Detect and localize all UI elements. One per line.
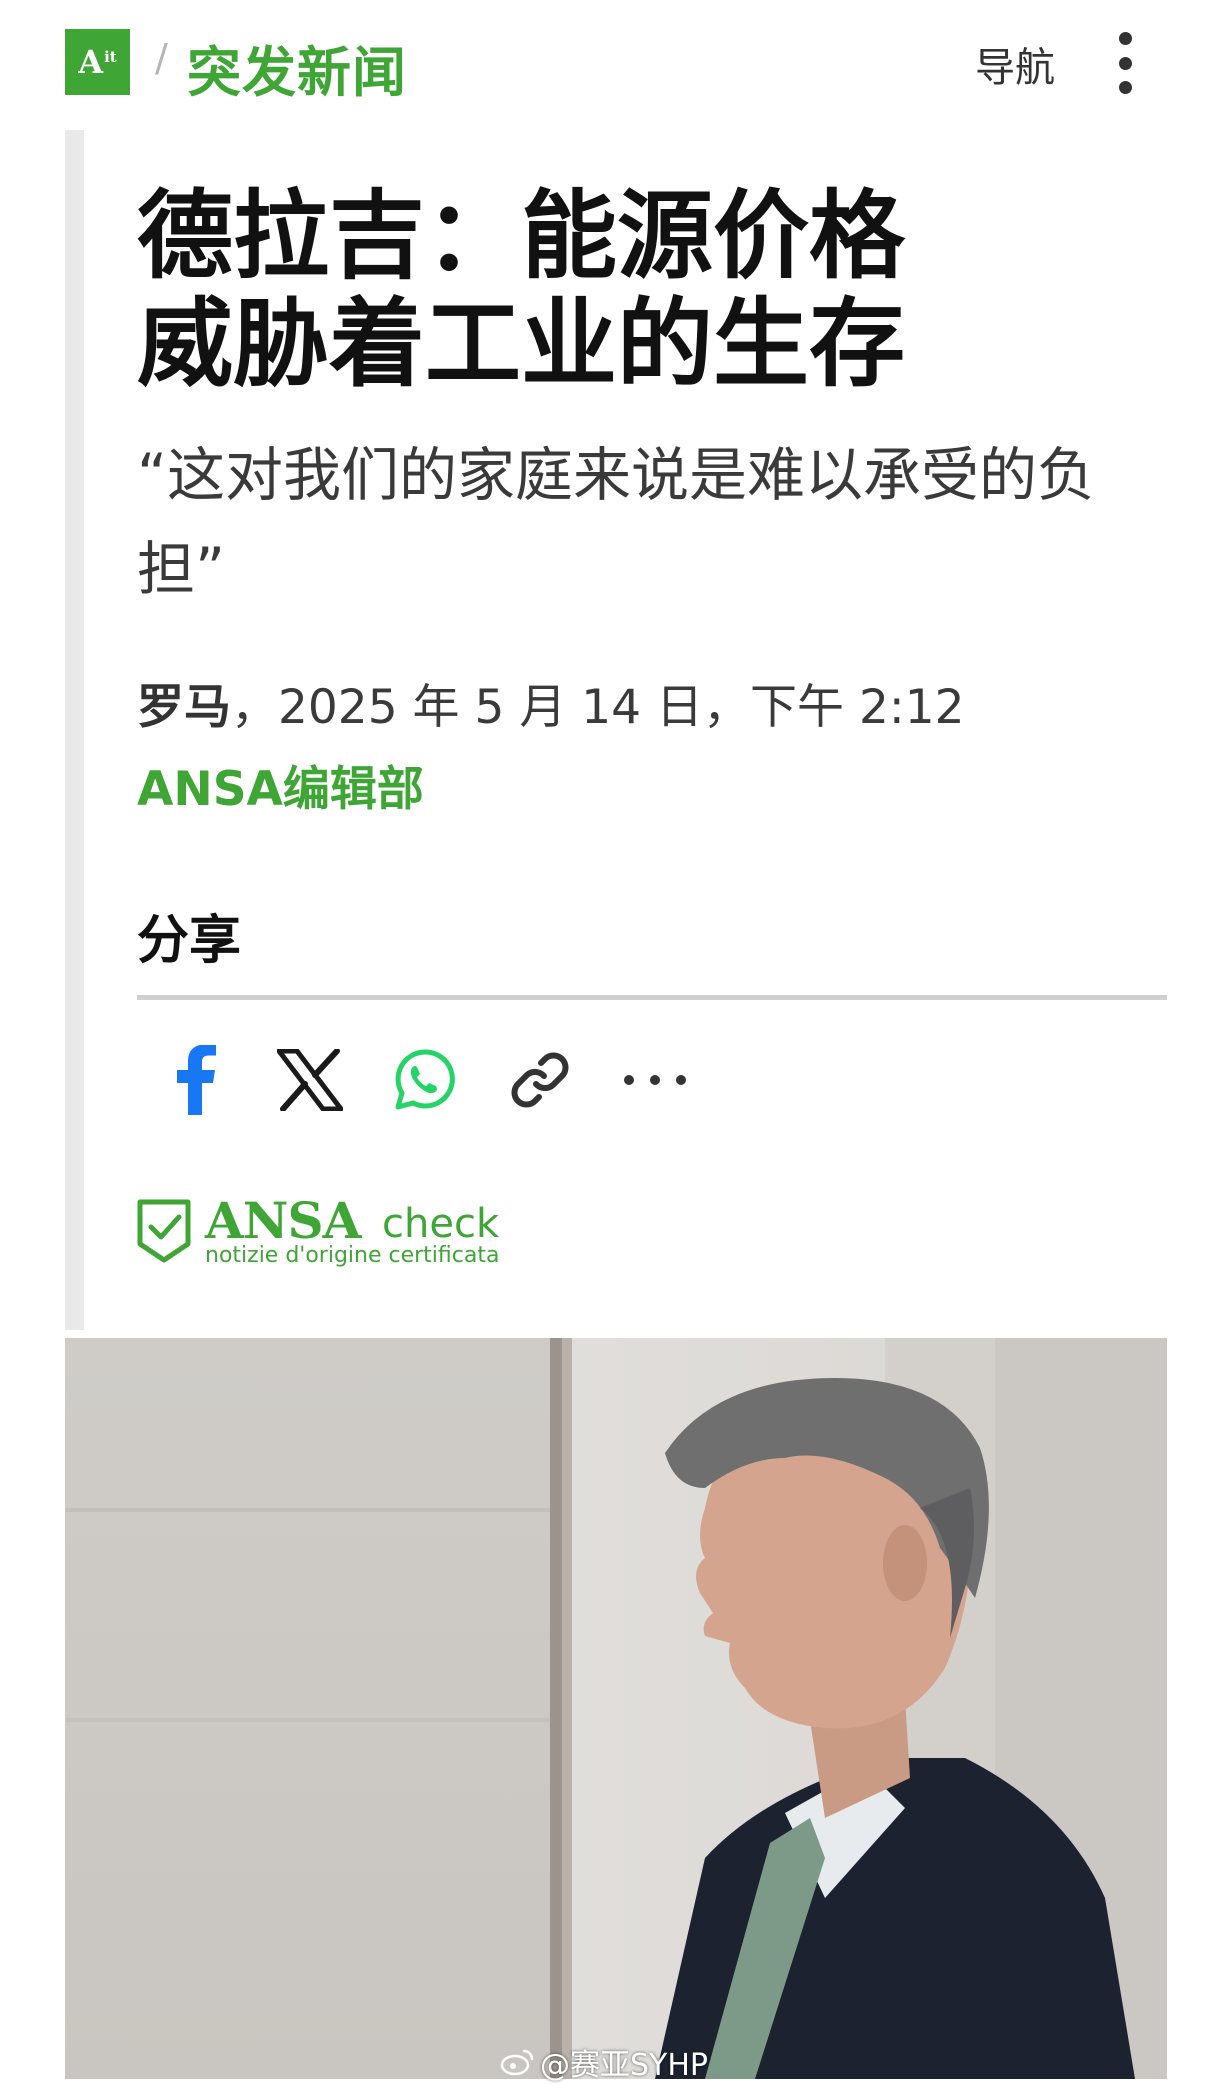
whatsapp-share-button[interactable] xyxy=(385,1040,465,1120)
weibo-watermark: @赛亚SYHP xyxy=(500,2040,708,2084)
x-icon xyxy=(277,1049,343,1111)
x-share-button[interactable] xyxy=(270,1040,350,1120)
article-headline: 德拉吉：能源价格 威胁着工业的生存 xyxy=(137,182,1037,398)
section-title[interactable]: 突发新闻 xyxy=(187,28,407,107)
byline-author[interactable]: ANSA编辑部 xyxy=(137,750,424,819)
dateline-date: ，2025 年 5 月 14 日，下午 2:12 xyxy=(231,680,965,735)
link-icon xyxy=(511,1052,569,1108)
ansa-logo[interactable]: A it xyxy=(65,29,130,95)
ansa-check-badge[interactable]: ANSA check notizie d'origine certificata xyxy=(137,1191,537,1275)
dateline: 罗马，2025 年 5 月 14 日，下午 2:12 xyxy=(137,668,965,737)
headline-line-2: 威胁着工业的生存 xyxy=(137,288,905,400)
more-share-button[interactable] xyxy=(615,1040,695,1120)
navigation-button[interactable]: 导航 xyxy=(975,35,1055,93)
portrait-photo-illustration xyxy=(65,1338,1167,2079)
badge-tagline: notizie d'origine certificata xyxy=(205,1243,500,1268)
badge-check-word: check xyxy=(382,1201,500,1247)
headline-line-1: 德拉吉：能源价格 xyxy=(137,180,905,292)
share-divider xyxy=(137,995,1167,1000)
weibo-icon xyxy=(500,2049,534,2076)
left-rail-divider xyxy=(65,130,84,1330)
more-horizontal-icon xyxy=(624,1075,686,1085)
dateline-city: 罗马 xyxy=(137,680,231,735)
share-title: 分享 xyxy=(137,911,242,971)
facebook-share-button[interactable] xyxy=(155,1040,235,1120)
logo-suffix: it xyxy=(104,47,117,66)
whatsapp-icon xyxy=(395,1049,455,1110)
article-subheadline: “这对我们的家庭来说是难以承受的负担” xyxy=(137,441,1096,603)
article-photo[interactable] xyxy=(65,1338,1167,2079)
top-header: A it / 突发新闻 导航 xyxy=(0,0,1224,125)
breadcrumb-separator: / xyxy=(155,36,168,80)
watermark-text: @赛亚SYHP xyxy=(540,2048,709,2083)
logo-letter: A xyxy=(78,43,104,81)
badge-brand: ANSA xyxy=(205,1191,361,1250)
facebook-icon xyxy=(177,1045,216,1115)
shield-check-icon xyxy=(137,1199,191,1263)
vertical-dots-icon[interactable] xyxy=(1110,32,1140,94)
copy-link-button[interactable] xyxy=(500,1040,580,1120)
